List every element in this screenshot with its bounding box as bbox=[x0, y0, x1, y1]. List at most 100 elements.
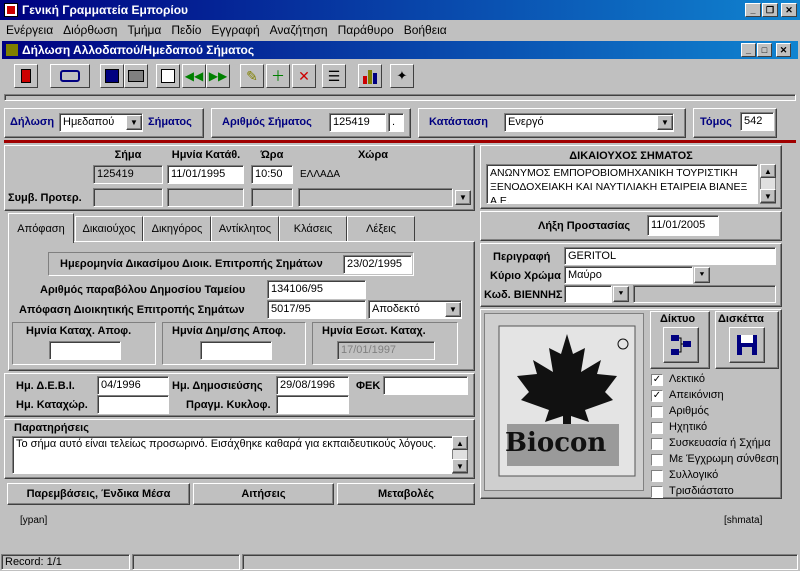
app-title-bar: Γενική Γραμματεία Εμπορίου bbox=[0, 0, 800, 20]
menu-item-edit[interactable]: Διόρθωση bbox=[63, 23, 117, 37]
scroll-up-icon[interactable]: ▲ bbox=[760, 164, 776, 178]
menu-item-help[interactable]: Βοήθεια bbox=[404, 23, 447, 37]
fee-field[interactable]: 134106/95 bbox=[267, 280, 366, 299]
court-date-field[interactable]: 23/02/1995 bbox=[343, 255, 412, 274]
list-icon[interactable]: ☰ bbox=[322, 64, 346, 88]
checkbox-1[interactable]: ✓ bbox=[651, 374, 663, 386]
accent-line bbox=[4, 140, 796, 143]
scroll-down-icon[interactable]: ▼ bbox=[452, 459, 468, 473]
checkbox-8[interactable] bbox=[651, 486, 663, 498]
changes-button[interactable]: Μεταβολές bbox=[337, 483, 475, 505]
checkbox-label: Αριθμός bbox=[669, 405, 709, 417]
vienna-desc-field[interactable] bbox=[633, 285, 776, 303]
menu-item-section[interactable]: Τμήμα bbox=[127, 23, 161, 37]
edit-icon[interactable] bbox=[156, 64, 180, 88]
scroll-up-icon[interactable]: ▲ bbox=[452, 436, 468, 450]
window-title: Δήλωση Αλλοδαπού/Ημεδαπού Σήματος bbox=[22, 43, 255, 57]
scroll-down-icon[interactable]: ▼ bbox=[760, 189, 776, 203]
requests-button[interactable]: Αιτήσεις bbox=[193, 483, 334, 505]
pub-field[interactable]: 29/08/1996 bbox=[276, 376, 349, 395]
chevron-down-icon[interactable]: ⯆ bbox=[694, 267, 710, 283]
tab-classes[interactable]: Κλάσεις bbox=[279, 216, 347, 241]
internal-date-field[interactable]: 17/01/1997 bbox=[337, 341, 435, 360]
prior-field-1[interactable] bbox=[93, 188, 163, 207]
mark-logo-image: Biocon bbox=[484, 313, 644, 491]
window-maximize-icon[interactable]: □ bbox=[757, 43, 772, 57]
mark-field[interactable]: 125419 bbox=[93, 165, 163, 184]
checkbox-label: Απεικόνιση bbox=[669, 389, 724, 401]
minimize-icon[interactable]: _ bbox=[745, 3, 761, 17]
menu-item-window[interactable]: Παράθυρο bbox=[338, 23, 394, 37]
vienna-label: Κωδ. ΒΙΕΝΝΗΣ bbox=[484, 289, 563, 301]
prior-field-2[interactable] bbox=[167, 188, 244, 207]
insert-record-icon[interactable]: ＋ bbox=[266, 64, 290, 88]
exit-icon[interactable] bbox=[14, 64, 38, 88]
chart-icon[interactable] bbox=[358, 64, 382, 88]
tab-representative[interactable]: Αντίκλητος bbox=[211, 216, 279, 241]
interventions-button[interactable]: Παρεμβάσεις, Ένδικα Μέσα bbox=[7, 483, 190, 505]
menu-item-search[interactable]: Αναζήτηση bbox=[270, 23, 328, 37]
next-icon[interactable]: ▶▶ bbox=[206, 64, 230, 88]
circ-field[interactable] bbox=[276, 395, 349, 414]
print-icon[interactable] bbox=[124, 64, 148, 88]
chevron-down-icon[interactable]: ▼ bbox=[445, 302, 461, 317]
chevron-down-icon[interactable]: ▼ bbox=[657, 115, 673, 130]
pub-date-label: Ημνία Δημ/σης Αποφ. bbox=[172, 325, 286, 337]
checkbox-7[interactable] bbox=[651, 470, 663, 482]
reg-field[interactable] bbox=[97, 395, 169, 414]
vienna-field[interactable] bbox=[564, 285, 612, 303]
time-field[interactable]: 10:50 bbox=[251, 165, 293, 184]
tab-words[interactable]: Λέξεις bbox=[347, 216, 415, 241]
chevron-down-icon[interactable]: ⯆ bbox=[613, 286, 629, 302]
volume-field[interactable]: 542 bbox=[740, 112, 774, 131]
tab-decision[interactable]: Απόφαση bbox=[8, 213, 74, 243]
reg-label: Ημ. Καταχώρ. bbox=[16, 399, 88, 411]
pencil-icon[interactable]: ✎ bbox=[240, 64, 264, 88]
mark-number-suffix-field[interactable]: . bbox=[388, 113, 404, 132]
notes-scrollbar[interactable]: ▲ ▼ bbox=[452, 436, 468, 474]
checkbox-4[interactable] bbox=[651, 422, 663, 434]
save-icon[interactable] bbox=[100, 64, 124, 88]
disk-button[interactable] bbox=[729, 327, 765, 363]
prev-icon[interactable]: ◀◀ bbox=[182, 64, 206, 88]
window-minimize-icon[interactable]: _ bbox=[741, 43, 756, 57]
country-value: ΕΛΛΑΔΑ bbox=[300, 169, 341, 180]
tools-icon[interactable]: ✦ bbox=[390, 64, 414, 88]
checkbox-3[interactable] bbox=[651, 406, 663, 418]
debi-field[interactable]: 04/1996 bbox=[97, 376, 169, 395]
restore-icon[interactable]: ❐ bbox=[762, 3, 778, 17]
close-icon[interactable]: ✕ bbox=[781, 3, 797, 17]
owner-textarea[interactable]: ΑΝΩΝΥΜΟΣ ΕΜΠΟΡΟΒΙΟΜΗΧΑΝΙΚΗ ΤΟΥΡΙΣΤΙΚΗ ΞΕ… bbox=[486, 164, 758, 204]
window-close-icon[interactable]: ✕ bbox=[776, 43, 791, 57]
notes-textarea[interactable]: Το σήμα αυτό είναι τελείως προσωρινό. Ει… bbox=[12, 436, 454, 474]
status-select[interactable]: Ενεργό bbox=[504, 113, 674, 132]
network-button[interactable] bbox=[663, 327, 699, 363]
chevron-down-icon[interactable]: ▼ bbox=[455, 190, 471, 205]
tab-lawyer[interactable]: Δικηγόρος bbox=[143, 216, 211, 241]
fek-field[interactable] bbox=[383, 376, 468, 395]
description-field[interactable]: GERITOL bbox=[564, 247, 776, 265]
menu-item-record[interactable]: Εγγραφή bbox=[211, 23, 259, 37]
mark-number-field[interactable]: 125419 bbox=[329, 113, 386, 132]
menu-item-action[interactable]: Ενέργεια bbox=[6, 23, 53, 37]
filing-date-field[interactable]: 11/01/1995 bbox=[167, 165, 244, 184]
protection-field[interactable]: 11/01/2005 bbox=[647, 215, 719, 236]
chevron-down-icon[interactable]: ▼ bbox=[126, 115, 142, 130]
checkbox-6[interactable] bbox=[651, 454, 663, 466]
tab-owner[interactable]: Δικαιούχος bbox=[75, 216, 143, 241]
delete-record-icon[interactable]: ✕ bbox=[292, 64, 316, 88]
checkbox-5[interactable] bbox=[651, 438, 663, 450]
color-field[interactable]: Μαύρο bbox=[564, 266, 693, 284]
color-label: Κύριο Χρώμα bbox=[490, 270, 561, 282]
search-icon[interactable] bbox=[50, 64, 90, 88]
prior-field-3[interactable] bbox=[251, 188, 293, 207]
menu-item-field[interactable]: Πεδίο bbox=[171, 23, 201, 37]
decision-field[interactable]: 5017/95 bbox=[267, 300, 366, 319]
prior-field-4[interactable] bbox=[298, 188, 453, 207]
reg-date-field[interactable] bbox=[49, 341, 121, 360]
maple-leaf-icon bbox=[485, 314, 643, 490]
record-count: Record: 1/1 bbox=[5, 556, 62, 568]
owner-scrollbar[interactable]: ▲ ▼ bbox=[760, 164, 776, 204]
checkbox-2[interactable]: ✓ bbox=[651, 390, 663, 402]
pub-date-field[interactable] bbox=[200, 341, 272, 360]
